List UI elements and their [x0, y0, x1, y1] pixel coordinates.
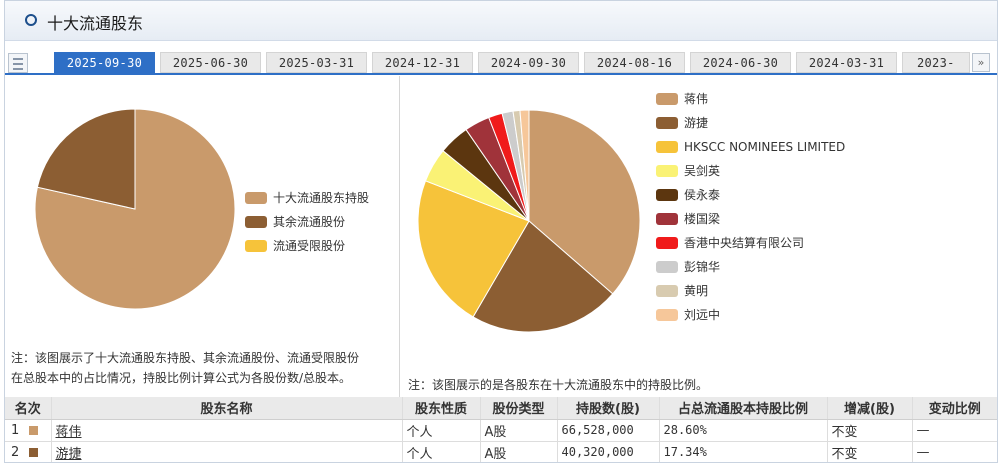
circle-bullet-icon — [25, 14, 37, 26]
holder-name-link[interactable]: 蒋伟 — [56, 425, 82, 440]
table-row: 2 游捷 个人 A股 40,320,000 17.34% 不变 — — [5, 441, 997, 462]
holders-table: 名次 股东名称 股东性质 股份类型 持股数(股) 占总流通股本持股比例 增减(股… — [5, 397, 997, 462]
rank-number: 1 — [11, 422, 20, 438]
panel-title: 十大流通股东 — [47, 14, 144, 33]
top-ten-holders-panel: 十大流通股东 2025-09-30 2025-06-30 2025-03-31 … — [4, 0, 998, 463]
ratio-cell: 17.34% — [658, 441, 827, 462]
legend-label: 游捷 — [684, 116, 709, 130]
color-square-icon — [29, 447, 39, 457]
legend-label: 吴剑英 — [684, 164, 721, 178]
nature-cell: 个人 — [401, 419, 480, 442]
col-ratio: 占总流通股本持股比例 — [658, 397, 827, 420]
legend-swatch — [656, 165, 678, 177]
share-structure-note: 注：该图展示了十大流通股东持股、其余流通股份、流通受限股份 在总股本中的占比情况… — [11, 348, 359, 388]
legend-label: 其余流通股份 — [273, 215, 346, 229]
rank-cell: 1 — [5, 419, 51, 442]
legend-label: 香港中央结算有限公司 — [684, 236, 805, 250]
shares-cell: 40,320,000 — [556, 441, 659, 462]
tab-2024-09-30[interactable]: 2024-09-30 — [478, 52, 579, 73]
name-cell: 蒋伟 — [50, 419, 402, 442]
col-change: 增减(股) — [826, 397, 912, 420]
holder-ratio-note: 注：该图展示的是各股东在十大流通股东中的持股比例。 — [408, 378, 709, 392]
col-change-ratio: 变动比例 — [911, 397, 997, 420]
legend-label: 流通受限股份 — [273, 239, 346, 253]
change-cell: 不变 — [826, 419, 912, 442]
share-structure-chart: 十大流通股东持股 其余流通股份 流通受限股份 注：该图展示了十大流通股东持股、其… — [5, 76, 400, 397]
table-row: 1 蒋伟 个人 A股 66,528,000 28.60% 不变 — — [5, 419, 997, 442]
holder-ratio-pie — [417, 109, 641, 333]
change-ratio-cell: — — [911, 441, 997, 462]
tab-2025-09-30[interactable]: 2025-09-30 — [54, 52, 155, 73]
double-chevron-right-icon[interactable]: » — [972, 53, 990, 72]
legend-swatch — [656, 261, 678, 273]
legend-swatch — [656, 117, 678, 129]
legend-label: 侯永泰 — [684, 188, 721, 202]
legend-swatch — [656, 93, 678, 105]
panel-header: 十大流通股东 — [5, 1, 997, 41]
tab-2025-06-30[interactable]: 2025-06-30 — [160, 52, 261, 73]
change-ratio-cell: — — [911, 419, 997, 442]
name-cell: 游捷 — [50, 441, 402, 462]
col-name: 股东名称 — [50, 397, 402, 420]
rank-number: 2 — [11, 444, 20, 460]
legend-label: 楼国梁 — [684, 212, 721, 226]
tab-2024-12-31[interactable]: 2024-12-31 — [372, 52, 473, 73]
legend-swatch — [656, 213, 678, 225]
holder-ratio-chart: 蒋伟游捷 HKSCC NOMINEES LIMITED 吴剑英侯永泰楼国梁香港中央结… — [401, 76, 997, 397]
legend-swatch — [245, 192, 267, 204]
shares-cell: 66,528,000 — [556, 419, 659, 442]
col-nature: 股东性质 — [401, 397, 480, 420]
share-type-cell: A股 — [479, 441, 557, 462]
color-square-icon — [29, 425, 39, 435]
note-line: 注：该图展示了十大流通股东持股、其余流通股份、流通受限股份 — [11, 351, 360, 365]
legend-label: 黄明 — [684, 284, 709, 298]
legend-label: 彭锦华 — [684, 260, 721, 274]
col-share-type: 股份类型 — [479, 397, 557, 420]
legend-swatch — [656, 141, 678, 153]
legend-swatch — [245, 240, 267, 252]
table-header-row: 名次 股东名称 股东性质 股份类型 持股数(股) 占总流通股本持股比例 增减(股… — [5, 397, 997, 420]
col-shares: 持股数(股) — [556, 397, 659, 420]
tab-2023-12[interactable]: 2023-12- — [902, 52, 970, 73]
legend-swatch — [656, 189, 678, 201]
note-line: 在总股本中的占比情况，持股比例计算公式为各股份数/总股本。 — [11, 371, 352, 385]
tab-2024-03-31[interactable]: 2024-03-31 — [796, 52, 897, 73]
legend-label: HKSCC NOMINEES LIMITED — [684, 140, 846, 154]
legend-swatch — [245, 216, 267, 228]
rank-cell: 2 — [5, 441, 51, 462]
holder-name-link[interactable]: 游捷 — [56, 447, 82, 462]
tab-2025-03-31[interactable]: 2025-03-31 — [266, 52, 367, 73]
legend-swatch — [656, 237, 678, 249]
legend-label: 十大流通股东持股 — [273, 191, 370, 205]
tab-2024-06-30[interactable]: 2024-06-30 — [690, 52, 791, 73]
date-tabs: 2025-09-30 2025-06-30 2025-03-31 2024-12… — [5, 52, 997, 75]
legend-swatch — [656, 285, 678, 297]
col-rank: 名次 — [5, 397, 51, 420]
legend-label: 刘远中 — [684, 308, 721, 322]
legend-swatch — [656, 309, 678, 321]
ratio-cell: 28.60% — [658, 419, 827, 442]
legend-label: 蒋伟 — [684, 92, 709, 106]
tab-2024-08-16[interactable]: 2024-08-16 — [584, 52, 685, 73]
list-menu-icon[interactable] — [8, 53, 28, 73]
share-type-cell: A股 — [479, 419, 557, 442]
nature-cell: 个人 — [401, 441, 480, 462]
change-cell: 不变 — [826, 441, 912, 462]
